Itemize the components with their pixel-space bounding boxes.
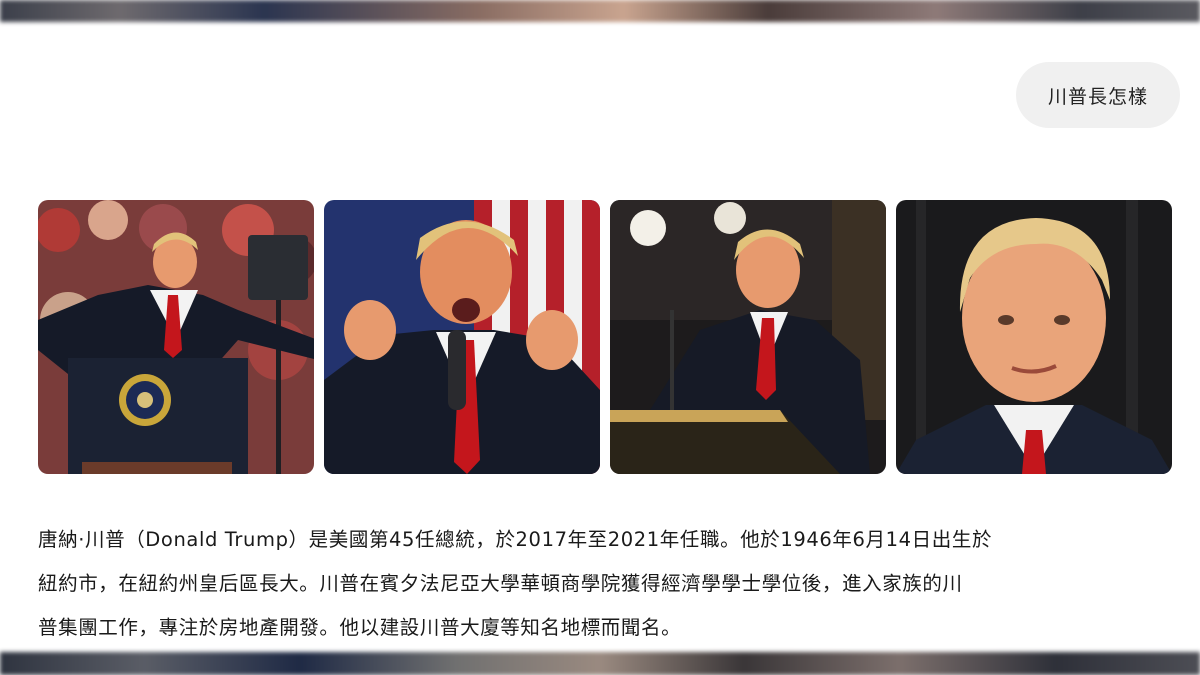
answer-line-2: 紐約市，在紐約州皇后區長大。川普在賓夕法尼亞大學華頓商學院獲得經濟學學士學位後，… (38, 572, 963, 595)
gallery-photo-1[interactable] (38, 200, 314, 474)
blurred-background-top (0, 0, 1200, 22)
gallery-photo-4[interactable] (896, 200, 1172, 474)
answer-line-3: 普集團工作，專注於房地產開發。他以建設川普大廈等知名地標而聞名。 (38, 616, 682, 639)
image-gallery (38, 200, 1174, 474)
gallery-photo-3[interactable] (610, 200, 886, 474)
blurred-background-bottom (0, 652, 1200, 675)
gallery-photo-2[interactable] (324, 200, 600, 474)
answer-line-1: 唐納·川普（Donald Trump）是美國第45任總統，於2017年至2021… (38, 528, 993, 551)
user-query-text: 川普長怎樣 (1047, 85, 1148, 108)
answer-paragraph: 唐納·川普（Donald Trump）是美國第45任總統，於2017年至2021… (38, 518, 1178, 650)
user-query-bubble: 川普長怎樣 (1015, 62, 1180, 128)
